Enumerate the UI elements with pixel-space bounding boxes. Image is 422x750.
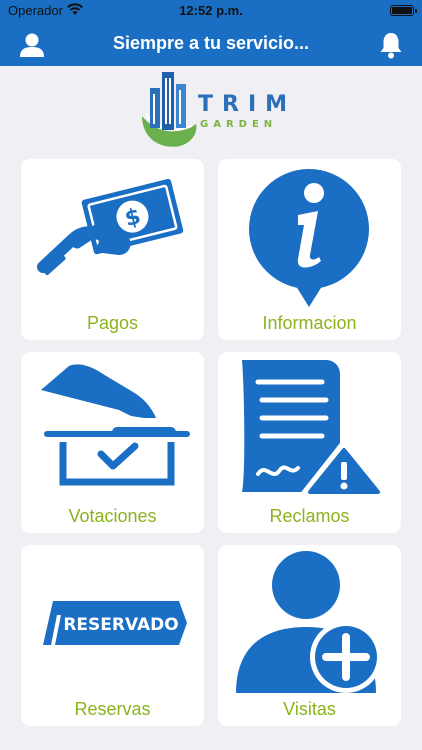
menu-card-informacion[interactable]: Informacion — [218, 159, 401, 340]
logo-building-leaf-icon — [142, 72, 197, 147]
reserved-sign-text: RESERVADO — [63, 615, 178, 635]
status-bar: Operador 12:52 p.m. — [0, 0, 422, 22]
ballot-box-icon — [41, 364, 190, 486]
menu-label-visitas: Visitas — [283, 699, 336, 719]
menu-card-reservas[interactable]: RESERVADO Reservas — [21, 545, 204, 726]
menu-label-reservas: Reservas — [74, 699, 151, 719]
clock: 12:52 p.m. — [179, 3, 243, 18]
menu-label-votaciones: Votaciones — [68, 506, 157, 526]
menu-card-visitas[interactable]: Visitas — [218, 545, 401, 726]
menu-card-pagos[interactable]: $ Pagos — [21, 159, 204, 340]
bell-icon[interactable] — [378, 31, 404, 59]
logo-word-trim: TRIM — [198, 92, 297, 117]
money-hand-icon: $ — [37, 178, 184, 276]
nav-title: Siempre a tu servicio... — [112, 33, 310, 53]
menu-label-pagos: Pagos — [86, 313, 139, 333]
menu-label-informacion: Informacion — [262, 313, 357, 333]
menu-label-reclamos: Reclamos — [269, 506, 350, 526]
battery-icon — [390, 5, 417, 16]
logo-word-garden: GARDEN — [200, 119, 278, 130]
trim-garden-logo: TRIM GARDEN — [136, 66, 287, 152]
reserved-sign-icon: RESERVADO — [43, 601, 187, 645]
menu-card-votaciones[interactable]: Votaciones — [21, 352, 204, 533]
menu-card-reclamos[interactable]: Reclamos — [218, 352, 401, 533]
nav-bar: Siempre a tu servicio... — [0, 22, 422, 66]
add-person-icon — [236, 551, 382, 693]
complaint-document-icon — [242, 360, 387, 499]
info-icon — [249, 169, 369, 307]
